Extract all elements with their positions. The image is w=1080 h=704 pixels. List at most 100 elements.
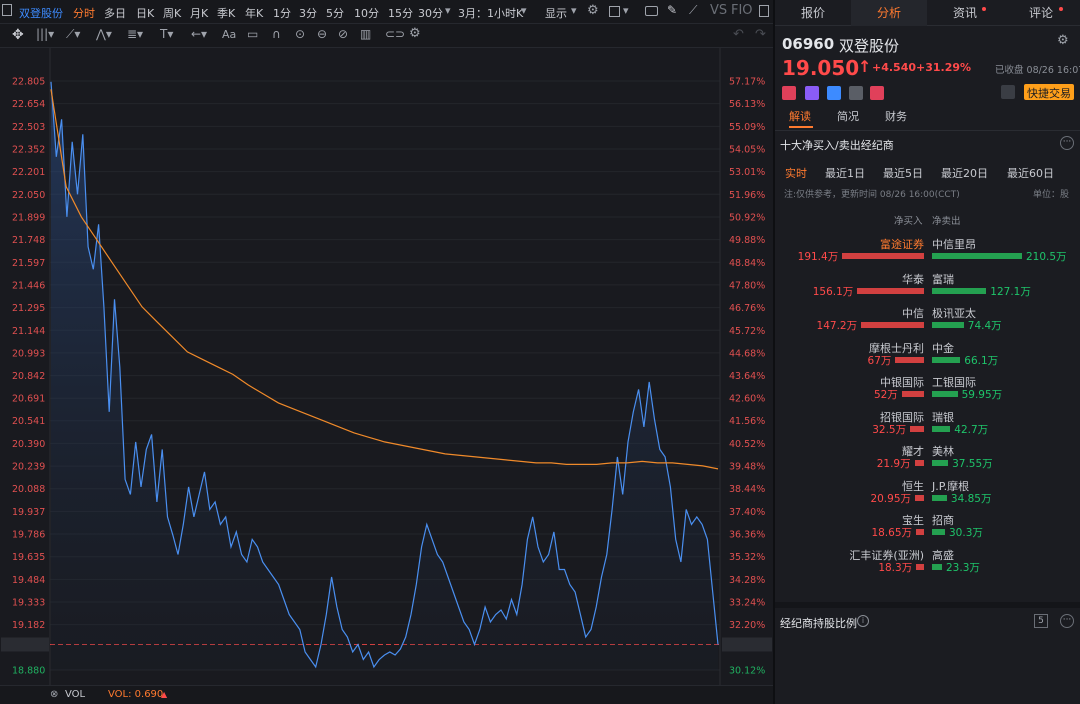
subtab-interpret[interactable]: 解读 bbox=[789, 108, 811, 124]
ruler-icon[interactable]: ⟋ bbox=[689, 3, 697, 18]
tab-quote[interactable]: 报价 bbox=[775, 0, 851, 26]
camera-icon[interactable] bbox=[645, 6, 658, 16]
range-tab-1d[interactable]: 最近1日 bbox=[825, 165, 865, 181]
period-tab-quarter[interactable]: 季K bbox=[217, 5, 235, 21]
broker-row[interactable]: 招银国际 瑞银 32.5万 42.7万 bbox=[775, 409, 1080, 443]
count-badge[interactable]: 5 bbox=[1034, 614, 1048, 628]
period-tab-15min[interactable]: 15分 bbox=[388, 5, 413, 21]
period-tab-year[interactable]: 年K bbox=[245, 5, 263, 21]
document-icon[interactable] bbox=[849, 86, 863, 100]
lock-icon[interactable]: ⊖ bbox=[317, 27, 327, 41]
range-tab-60d[interactable]: 最近60日 bbox=[1007, 165, 1054, 181]
broker-holding-title[interactable]: 经纪商持股比例 bbox=[780, 615, 857, 631]
polyline-icon[interactable]: ⋀▾ bbox=[96, 27, 112, 41]
text-icon[interactable]: Aa bbox=[222, 28, 236, 41]
fio-button[interactable]: FIO bbox=[731, 3, 753, 18]
buyer-name[interactable]: 中信 bbox=[902, 305, 924, 321]
period-tab-month[interactable]: 月K bbox=[190, 5, 208, 21]
info-icon[interactable]: i bbox=[857, 615, 869, 627]
broker-row[interactable]: 宝生 招商 18.65万 30.3万 bbox=[775, 512, 1080, 546]
range-select[interactable]: 3月：1小时K bbox=[458, 5, 523, 21]
subtab-financials[interactable]: 财务 bbox=[885, 108, 907, 124]
bell-icon[interactable] bbox=[1001, 85, 1015, 99]
sell-value: 37.55万 bbox=[952, 458, 993, 470]
broker-row[interactable]: 汇丰证券(亚洲) 高盛 18.3万 23.3万 bbox=[775, 547, 1080, 581]
buy-value: 32.5万 bbox=[872, 423, 907, 436]
seller-name[interactable]: 美林 bbox=[932, 443, 954, 459]
chevron-down-icon[interactable]: ▾ bbox=[445, 4, 451, 17]
fibonacci-icon[interactable]: ≣▾ bbox=[127, 27, 143, 41]
range-tab-realtime[interactable]: 实时 bbox=[785, 165, 807, 181]
compare-vs-button[interactable]: VS bbox=[710, 3, 727, 18]
period-tab-5min[interactable]: 5分 bbox=[326, 5, 344, 21]
heart-icon[interactable] bbox=[870, 86, 884, 100]
buyer-name[interactable]: 华泰 bbox=[902, 271, 924, 287]
period-tab-3min[interactable]: 3分 bbox=[299, 5, 317, 21]
sell-value: 74.4万 bbox=[967, 320, 1002, 332]
tab-analysis[interactable]: 分析 bbox=[851, 0, 927, 26]
display-menu[interactable]: 显示 bbox=[545, 5, 567, 21]
caret-up-icon[interactable]: ▲ bbox=[161, 690, 167, 699]
percent-tick-label: 34.28% bbox=[729, 575, 765, 586]
settings-icon[interactable]: ⚙ bbox=[587, 3, 599, 18]
magnet-icon[interactable]: ∩ bbox=[272, 27, 281, 41]
seller-name[interactable]: 中信里昂 bbox=[932, 236, 976, 252]
broker-row[interactable]: 耀才 美林 21.9万 37.55万 bbox=[775, 443, 1080, 477]
seller-name[interactable]: 瑞银 bbox=[932, 409, 954, 425]
more-icon[interactable]: ··· bbox=[1060, 614, 1074, 628]
broker-row[interactable]: 中信 极讯亚太 147.2万 74.4万 bbox=[775, 305, 1080, 339]
chevron-down-icon[interactable]: ▾ bbox=[571, 4, 577, 17]
range-tab-20d[interactable]: 最近20日 bbox=[941, 165, 988, 181]
arrow-icon[interactable]: ←▾ bbox=[191, 27, 207, 41]
stock-name-tab[interactable]: 双登股份 bbox=[19, 5, 63, 21]
move-icon[interactable]: ✥ bbox=[12, 27, 24, 43]
broker-row[interactable]: 中银国际 工银国际 52万 59.95万 bbox=[775, 374, 1080, 408]
trash-icon[interactable]: ▥ bbox=[360, 27, 371, 41]
broker-row[interactable]: 恒生 J.P.摩根 20.95万 34.85万 bbox=[775, 478, 1080, 512]
toggle-icon[interactable]: ⊂⊃ bbox=[385, 27, 405, 41]
broker-row[interactable]: 富途证券 中信里昂 191.4万 210.5万 bbox=[775, 236, 1080, 270]
quick-trade-button[interactable]: 快捷交易 bbox=[1024, 84, 1074, 100]
layout-icon[interactable] bbox=[2, 4, 12, 16]
period-tab-intraday[interactable]: 分时 bbox=[73, 5, 95, 21]
range-tab-5d[interactable]: 最近5日 bbox=[883, 165, 923, 181]
period-tab-30min[interactable]: 30分 bbox=[418, 5, 443, 21]
chevron-down-icon[interactable]: ▾ bbox=[623, 4, 629, 17]
tab-comments[interactable]: 评论 bbox=[1003, 0, 1079, 26]
collapse-icon[interactable]: ⊗ bbox=[50, 689, 58, 700]
intraday-chart[interactable]: 22.805 57.17% 22.654 56.13% 22.503 55.09% 22.3… bbox=[0, 48, 773, 685]
buy-bar bbox=[861, 322, 924, 328]
seller-name[interactable]: 中金 bbox=[932, 340, 954, 356]
period-tab-10min[interactable]: 10分 bbox=[354, 5, 379, 21]
buyer-name[interactable]: 富途证券 bbox=[880, 236, 924, 252]
square-icon[interactable] bbox=[609, 6, 620, 17]
period-tab-1min[interactable]: 1分 bbox=[273, 5, 291, 21]
broker-row[interactable]: 摩根士丹利 中金 67万 66.1万 bbox=[775, 340, 1080, 374]
tab-news[interactable]: 资讯 bbox=[927, 0, 1003, 26]
broker-row[interactable]: 华泰 富瑞 156.1万 127.1万 bbox=[775, 271, 1080, 305]
pencil-icon[interactable]: ✎ bbox=[667, 3, 677, 17]
gear-icon[interactable]: ⚙ bbox=[409, 26, 421, 41]
price-chart-svg[interactable]: 22.805 57.17% 22.654 56.13% 22.503 55.09% 22.3… bbox=[0, 48, 773, 685]
trendline-icon[interactable]: ⟋▾ bbox=[66, 27, 80, 42]
seller-name[interactable]: 富瑞 bbox=[932, 271, 954, 287]
undo-icon[interactable]: ↶ bbox=[733, 27, 744, 42]
subtab-profile[interactable]: 简况 bbox=[837, 108, 859, 124]
vol-label[interactable]: VOL bbox=[65, 689, 85, 700]
price-line-icon[interactable]: T▾ bbox=[160, 27, 173, 41]
comment-icon[interactable]: ▭ bbox=[247, 27, 258, 41]
bars-icon[interactable]: |||▾ bbox=[36, 27, 54, 41]
settings-icon[interactable]: ⚙ bbox=[1057, 33, 1069, 48]
redo-icon[interactable]: ↷ bbox=[755, 27, 766, 42]
tag-icon[interactable] bbox=[827, 86, 841, 100]
lightning-icon[interactable] bbox=[805, 86, 819, 100]
hide-icon[interactable]: ⊘ bbox=[338, 27, 348, 41]
period-tab-day[interactable]: 日K bbox=[136, 5, 154, 21]
hk-flag-icon[interactable] bbox=[782, 86, 796, 100]
more-icon[interactable]: ··· bbox=[1060, 136, 1074, 150]
period-tab-multiday[interactable]: 多日 bbox=[104, 5, 126, 21]
chevron-down-icon[interactable]: ▾ bbox=[521, 4, 527, 17]
period-tab-week[interactable]: 周K bbox=[163, 5, 181, 21]
collapse-panel-icon[interactable] bbox=[759, 5, 769, 17]
eye-icon[interactable]: ⊙ bbox=[295, 27, 305, 41]
